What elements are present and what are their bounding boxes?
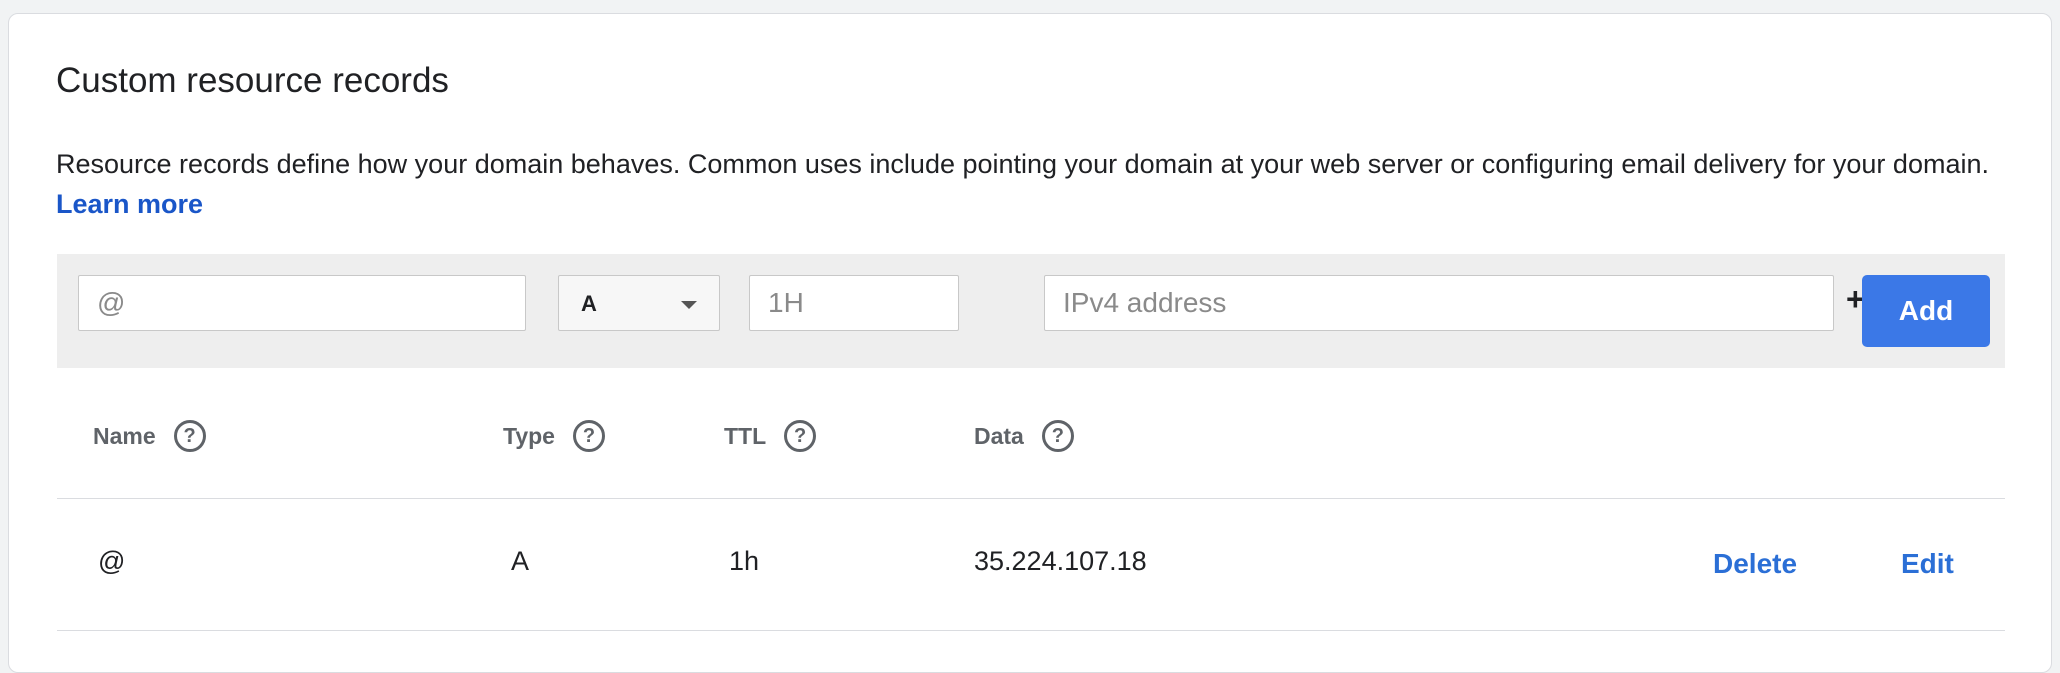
add-record-row: A + Add [57, 254, 2005, 368]
description: Resource records define how your domain … [56, 144, 2016, 224]
chevron-down-icon [681, 301, 697, 309]
cell-ttl: 1h [729, 546, 760, 576]
data-input[interactable] [1044, 275, 1834, 331]
column-header-ttl: TTL ? [724, 420, 817, 452]
records-table: Name ? Type ? TTL ? Data ? @ A 1h 35.224… [57, 368, 2005, 631]
edit-button[interactable]: Edit [1901, 548, 1954, 580]
learn-more-link[interactable]: Learn more [56, 189, 203, 219]
table-row: @ A 1h 35.224.107.18 Delete Edit [57, 499, 2005, 631]
column-header-data: Data ? [974, 420, 1074, 452]
column-label: Type [503, 422, 555, 449]
cell-data: 35.224.107.18 [974, 546, 1147, 576]
help-circle-icon[interactable]: ? [173, 420, 206, 452]
help-circle-icon[interactable]: ? [784, 420, 817, 452]
column-label: TTL [724, 422, 767, 449]
cell-name: @ [98, 546, 126, 576]
page-title: Custom resource records [56, 61, 449, 100]
table-header: Name ? Type ? TTL ? Data ? [57, 368, 2005, 499]
help-circle-icon[interactable]: ? [1041, 420, 1074, 452]
type-select[interactable]: A [558, 275, 720, 331]
type-select-value: A [581, 291, 597, 316]
cell-type: A [511, 546, 530, 576]
help-circle-icon[interactable]: ? [572, 420, 605, 452]
column-header-type: Type ? [503, 420, 605, 452]
column-label: Name [93, 422, 156, 449]
column-header-name: Name ? [93, 420, 206, 452]
name-input[interactable] [78, 275, 526, 331]
resource-records-card: Custom resource records Resource records… [8, 13, 2052, 673]
delete-button[interactable]: Delete [1713, 548, 1797, 580]
column-label: Data [974, 422, 1024, 449]
ttl-input[interactable] [749, 275, 959, 331]
add-button[interactable]: Add [1862, 275, 1990, 347]
description-text: Resource records define how your domain … [56, 149, 1989, 179]
